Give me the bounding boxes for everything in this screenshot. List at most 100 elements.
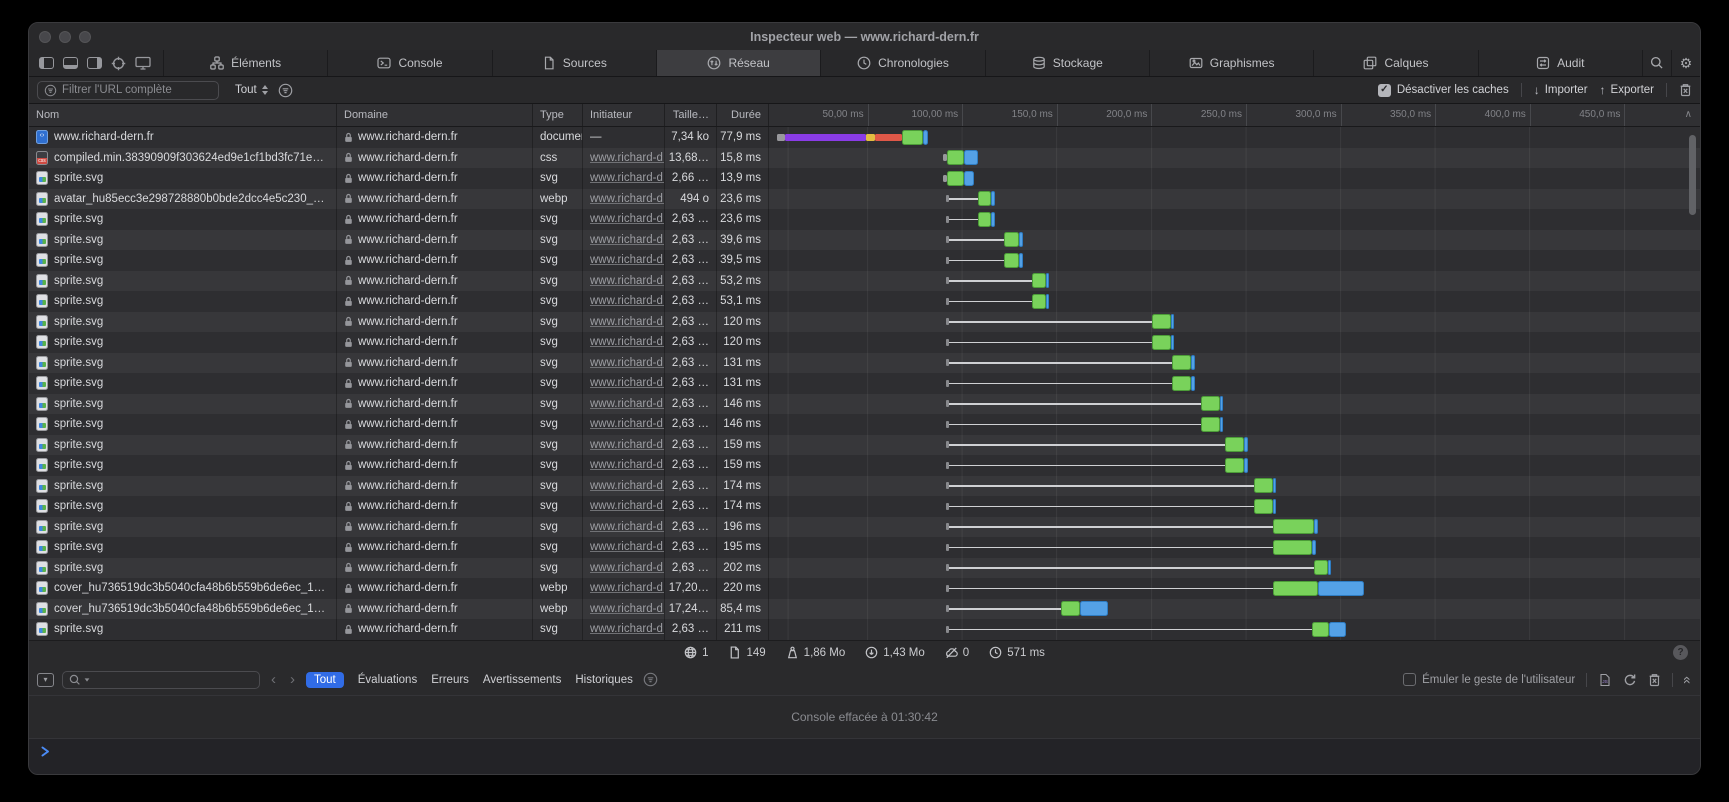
network-request-row[interactable]: sprite.svgwww.richard-dern.frsvgwww.rich… [29,373,1700,394]
initiator-link[interactable]: www.richard-d… [590,582,665,594]
table-scrollbar[interactable] [1689,135,1696,215]
dock-right-icon[interactable] [87,57,102,69]
initiator-link[interactable]: www.richard-d… [590,357,665,369]
next-result-button[interactable]: › [287,672,298,687]
network-request-row[interactable]: sprite.svgwww.richard-dern.frsvgwww.rich… [29,476,1700,497]
console-prompt[interactable] [29,739,1700,775]
console-scope-erreurs[interactable]: Erreurs [431,674,469,686]
network-request-row[interactable]: sprite.svgwww.richard-dern.frsvgwww.rich… [29,353,1700,374]
initiator-link[interactable]: www.richard-d… [590,295,665,307]
search-icon [69,674,81,686]
search-icon[interactable] [1643,50,1672,76]
dock-bottom-icon[interactable] [63,57,78,69]
column-header-nom[interactable]: Nom [29,104,337,126]
network-request-row[interactable]: sprite.svgwww.richard-dern.frsvgwww.rich… [29,312,1700,333]
column-header-type[interactable]: Type [533,104,583,126]
initiator-link[interactable]: www.richard-d… [590,254,665,266]
initiator-link[interactable]: www.richard-d… [590,480,665,492]
refresh-icon[interactable] [1623,673,1637,687]
import-button[interactable]: ↓ Importer [1534,83,1588,97]
network-request-row[interactable]: sprite.svgwww.richard-dern.frsvgwww.rich… [29,414,1700,435]
timeline-collapse-icon[interactable]: ∧ [1685,104,1692,126]
console-search-input[interactable] [62,671,260,689]
tab-elements[interactable]: Éléments [164,50,328,76]
network-request-row[interactable]: sprite.svgwww.richard-dern.frsvgwww.rich… [29,168,1700,189]
js-context-icon[interactable]: JS [1598,673,1612,687]
network-request-row[interactable]: sprite.svgwww.richard-dern.frsvgwww.rich… [29,271,1700,292]
column-header-taille[interactable]: Taille… [665,104,717,126]
network-request-row[interactable]: sprite.svgwww.richard-dern.frsvgwww.rich… [29,455,1700,476]
request-duration: 53,2 ms [717,271,769,292]
initiator-link[interactable]: www.richard-d… [590,172,665,184]
network-request-row[interactable]: sprite.svgwww.richard-dern.frsvgwww.rich… [29,537,1700,558]
network-request-row[interactable]: www.richard-dern.frwww.richard-dern.frdo… [29,127,1700,148]
network-request-row[interactable]: sprite.svgwww.richard-dern.frsvgwww.rich… [29,291,1700,312]
initiator-link[interactable]: www.richard-d… [590,459,665,471]
initiator-link[interactable]: www.richard-d… [590,439,665,451]
initiator-link[interactable]: www.richard-d… [590,418,665,430]
console-filter-icon[interactable] [643,672,658,687]
initiator-link[interactable]: www.richard-d… [590,213,665,225]
gear-icon[interactable]: ⚙ [1672,50,1700,76]
initiator-link[interactable]: www.richard-d… [590,500,665,512]
tab-console[interactable]: Console [328,50,492,76]
help-button[interactable]: ? [1673,645,1688,660]
disable-caches-checkbox[interactable]: ✓ Désactiver les caches [1378,84,1509,97]
emulate-user-gesture-checkbox[interactable]: Émuler le geste de l'utilisateur [1403,673,1575,686]
expand-console-icon[interactable]: « [1681,676,1695,684]
column-header-duree[interactable]: Durée [717,104,769,126]
initiator-link[interactable]: www.richard-d… [590,234,665,246]
tab-audit[interactable]: Audit [1479,50,1643,76]
tab-stockage[interactable]: Stockage [986,50,1150,76]
initiator-link[interactable]: www.richard-d… [590,316,665,328]
initiator-link[interactable]: www.richard-d… [590,193,665,205]
network-request-row[interactable]: sprite.svgwww.richard-dern.frsvgwww.rich… [29,619,1700,640]
image-file-icon [36,581,48,595]
previous-result-button[interactable]: ‹ [268,672,279,687]
initiator-link[interactable]: www.richard-d… [590,152,665,164]
clear-network-trash-icon[interactable] [1679,83,1692,97]
network-request-row[interactable]: sprite.svgwww.richard-dern.frsvgwww.rich… [29,558,1700,579]
initiator-link[interactable]: www.richard-d… [590,398,665,410]
dock-left-icon[interactable] [39,57,54,69]
initiator-link[interactable]: www.richard-d… [590,623,665,635]
network-request-row[interactable]: avatar_hu85ecc3e298728880b0bde2dcc4e5c23… [29,189,1700,210]
network-request-row[interactable]: sprite.svgwww.richard-dern.frsvgwww.rich… [29,517,1700,538]
initiator-link[interactable]: www.richard-d… [590,562,665,574]
tab-reseau[interactable]: Réseau [657,50,821,76]
grouping-filter-icon[interactable] [278,83,293,98]
resource-type-dropdown[interactable]: Tout [235,84,268,96]
tab-chronologies[interactable]: Chronologies [821,50,985,76]
initiator-link[interactable]: www.richard-d… [590,275,665,287]
network-request-row[interactable]: sprite.svgwww.richard-dern.frsvgwww.rich… [29,332,1700,353]
tab-sources[interactable]: Sources [493,50,657,76]
tab-calques[interactable]: Calques [1314,50,1478,76]
export-button[interactable]: ↑ Exporter [1600,83,1654,97]
initiator-link[interactable]: www.richard-d… [590,541,665,553]
device-screen-icon[interactable] [135,56,151,70]
initiator-link[interactable]: www.richard-d… [590,336,665,348]
initiator-link[interactable]: www.richard-d… [590,377,665,389]
network-request-row[interactable]: sprite.svgwww.richard-dern.frsvgwww.rich… [29,209,1700,230]
clear-console-trash-icon[interactable] [1648,673,1661,687]
console-scope-historiques[interactable]: Historiques [575,674,633,686]
network-request-row[interactable]: compiled.min.38390909f303624ed9e1cf1bd3f… [29,148,1700,169]
network-request-row[interactable]: cover_hu736519dc3b5040cfa48b6b559b6de6ec… [29,578,1700,599]
console-scope-evaluations[interactable]: Évaluations [358,674,417,686]
inspect-element-icon[interactable] [111,56,126,71]
tab-graphismes[interactable]: Graphismes [1150,50,1314,76]
url-filter-input[interactable]: Filtrer l'URL complète [37,81,219,100]
network-request-row[interactable]: sprite.svgwww.richard-dern.frsvgwww.rich… [29,394,1700,415]
initiator-link[interactable]: www.richard-d… [590,521,665,533]
initiator-link[interactable]: www.richard-d… [590,603,665,615]
network-request-row[interactable]: cover_hu736519dc3b5040cfa48b6b559b6de6ec… [29,599,1700,620]
network-request-row[interactable]: sprite.svgwww.richard-dern.frsvgwww.rich… [29,496,1700,517]
network-request-row[interactable]: sprite.svgwww.richard-dern.frsvgwww.rich… [29,250,1700,271]
column-header-domaine[interactable]: Domaine [337,104,533,126]
console-scope-avertissements[interactable]: Avertissements [483,674,561,686]
network-request-row[interactable]: sprite.svgwww.richard-dern.frsvgwww.rich… [29,435,1700,456]
column-header-initiateur[interactable]: Initiateur [583,104,665,126]
network-request-row[interactable]: sprite.svgwww.richard-dern.frsvgwww.rich… [29,230,1700,251]
console-scope-tout[interactable]: Tout [306,672,344,688]
console-picker-icon[interactable]: ▾ [37,673,54,687]
